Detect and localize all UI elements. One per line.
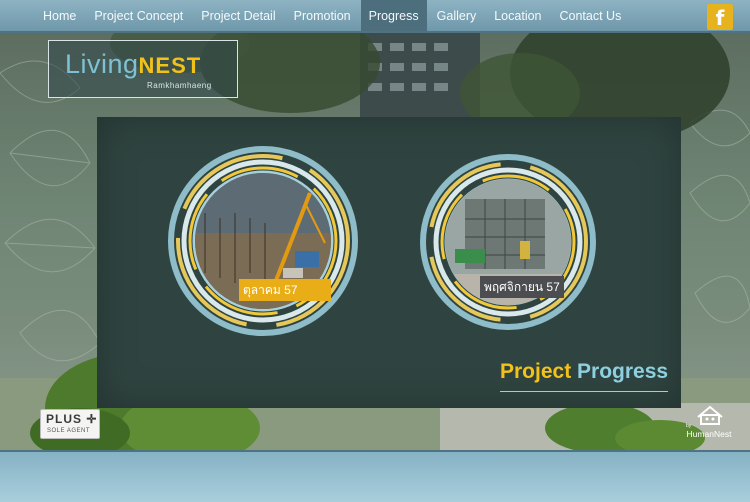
humannest-name: HumanNest (686, 429, 732, 439)
logo-subtitle: Ramkhamhaeng (147, 81, 212, 90)
title-underline (500, 391, 668, 392)
title-word-progress: Progress (577, 360, 669, 383)
top-navigation-bar: Home Project Concept Project Detail Prom… (0, 0, 750, 33)
progress-caption-1: ตุลาคม 57 (239, 279, 331, 301)
nav-item-contact-us[interactable]: Contact Us (552, 0, 630, 31)
plus-sub-label: SOLE AGENT (47, 428, 91, 434)
logo-word-living: Living (65, 49, 139, 79)
nav-item-location[interactable]: Location (486, 0, 549, 31)
title-word-project: Project (500, 360, 572, 383)
footer-bar (0, 450, 750, 502)
logo-wordmark: LivingNEST (65, 49, 201, 80)
nav-menu: Home Project Concept Project Detail Prom… (35, 0, 631, 31)
nav-item-promotion[interactable]: Promotion (286, 0, 359, 31)
house-icon (697, 405, 723, 425)
facebook-icon[interactable]: f (707, 4, 733, 30)
project-progress-title: Project Progress (500, 360, 668, 384)
nav-item-progress[interactable]: Progress (360, 0, 427, 31)
logo-word-nest: NEST (138, 53, 202, 78)
nav-item-project-detail[interactable]: Project Detail (193, 0, 283, 31)
plus-label: PLUS ✛ (46, 412, 97, 426)
livingnest-logo[interactable]: LivingNEST Ramkhamhaeng (48, 40, 238, 98)
plus-icon: ✛ (86, 412, 98, 426)
progress-caption-2: พฤศจิกายน 57 (480, 276, 564, 298)
plus-text: PLUS (46, 412, 83, 426)
nav-item-project-concept[interactable]: Project Concept (86, 0, 191, 31)
nav-item-home[interactable]: Home (35, 0, 84, 31)
nav-item-gallery[interactable]: Gallery (429, 0, 485, 31)
plus-sole-agent-badge[interactable]: PLUS ✛ SOLE AGENT (40, 409, 100, 439)
humannest-badge[interactable]: by HumanNest (680, 403, 740, 443)
